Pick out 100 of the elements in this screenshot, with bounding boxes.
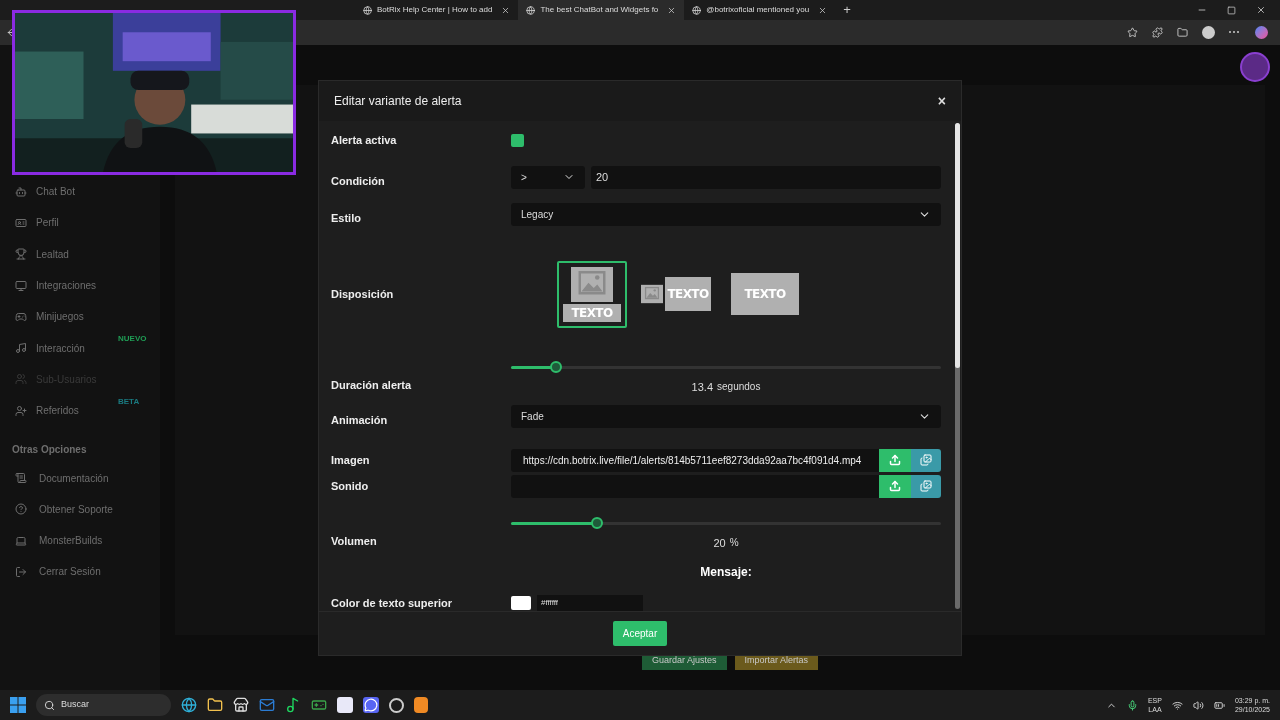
operator-select[interactable]: > [511,165,585,189]
site-icon [692,5,702,15]
close-icon[interactable] [1256,5,1266,15]
record-icon[interactable] [389,697,404,713]
section-heading: Mensaje: [700,564,752,581]
new-tab-button[interactable]: + [835,0,859,20]
search-icon [44,699,55,711]
url-input[interactable] [511,474,879,498]
upload-icon [889,454,901,466]
close-button[interactable]: × [937,90,946,112]
gallery-icon [920,454,932,466]
close-icon[interactable] [818,5,828,15]
field-label: Alerta activa [331,132,398,148]
sidebar-item[interactable]: Obtener Soporte [0,493,160,525]
field-label: Sonido [331,478,370,494]
maximize-icon[interactable] [1227,5,1236,15]
favorite-icon[interactable] [1127,27,1138,38]
upload-icon [889,480,901,492]
sidebar-icon [15,185,27,198]
layout-option[interactable]: TEXTO [557,260,627,328]
copilot-icon[interactable] [1255,26,1268,39]
collections-icon[interactable] [1177,27,1188,38]
field-label: Color de texto superior [331,595,454,611]
site-icon [526,5,536,15]
slider-value: 20 [713,535,726,551]
mail-icon[interactable] [259,697,275,713]
sidebar-icon [15,472,27,484]
gallery-button[interactable] [911,474,941,498]
sidebar-item[interactable]: Referidos BETA [0,395,160,427]
extensions-icon[interactable] [1152,27,1163,38]
profile-avatar[interactable] [1202,26,1215,39]
store-icon[interactable] [233,697,249,713]
sidebar-item[interactable]: Integraciones [0,269,160,302]
sidebar-icon [15,565,27,578]
layout-text: TEXTO [667,286,709,303]
slider-thumb[interactable] [591,517,603,530]
browser-tab[interactable]: The best ChatBot and Widgets fo [518,0,685,20]
tab-title: The best ChatBot and Widgets fo [540,4,660,16]
layout-text: TEXTO [571,304,613,322]
microphone-icon[interactable] [1126,699,1138,711]
browser-tab[interactable]: BotRix Help Center | How to add [355,0,519,20]
page-avatar[interactable] [1240,52,1270,82]
sidebar-item[interactable]: Perfil [0,207,160,239]
layout-text: TEXTO [744,286,786,303]
sidebar-item[interactable]: Lealtad [0,238,160,270]
slider-unit: % [729,535,739,550]
layout-option[interactable]: TEXTO [635,271,717,317]
upload-button[interactable] [879,474,911,498]
url-input[interactable]: https://cdn.botrix.live/file/1/alerts/814b5711eef8273dda92aa7bc4f091d4.mp4 [511,448,879,472]
volume-icon[interactable] [1192,699,1204,711]
field-label: Estilo [331,212,361,224]
sidebar-icon [15,248,27,261]
close-icon[interactable] [667,5,677,15]
browser-tab[interactable]: @botrixoficial mentioned you [684,0,836,20]
sidebar-item[interactable]: MonsterBuilds [0,524,160,557]
modal-title: Editar variante de alerta [334,93,462,110]
tab-title: BotRix Help Center | How to add [377,4,494,16]
sidebar-icon [15,342,27,355]
checkbox[interactable] [511,133,524,147]
sidebar-icon [15,373,27,386]
dropdown-select[interactable]: Fade [511,404,941,428]
sidebar-icon [15,279,27,292]
slider-thumb[interactable] [550,361,563,374]
sidebar-item[interactable]: Interacción NUEVO [0,332,160,364]
site-icon [363,5,372,15]
sidebar-icon [15,534,27,547]
sidebar-icon [15,503,27,516]
field-label: Animación [331,414,388,426]
taskbar-search[interactable]: Buscar [36,694,171,716]
battery-icon[interactable] [1213,699,1225,711]
gallery-button[interactable] [911,448,941,472]
gallery-icon [920,480,932,492]
color-input[interactable]: #ffffff [537,595,643,611]
sidebar-item[interactable]: Chat Bot [0,176,160,208]
slider-value: 13.4 [691,379,713,395]
sidebar-icon [15,404,27,417]
upload-button[interactable] [879,448,911,472]
sidebar-item[interactable]: Cerrar Sesión [0,556,160,588]
gamepad-icon[interactable] [311,697,327,713]
dropdown-select[interactable]: Legacy [511,202,941,226]
chat-icon[interactable] [363,697,379,713]
folder-icon[interactable] [207,697,223,713]
tab-title: @botrixoficial mentioned you [706,4,811,16]
slider[interactable] [511,516,941,531]
slider[interactable] [511,360,941,375]
field-label: Duración alerta [331,379,412,391]
sidebar-item[interactable]: Documentación [0,462,160,494]
fruit-app-icon[interactable] [414,697,428,713]
sidebar-item[interactable]: Minijuegos [0,301,160,333]
close-icon[interactable] [501,5,511,15]
music-icon[interactable] [285,697,301,713]
slider-unit: segundos [717,379,761,394]
condition-input[interactable]: 20 [591,165,941,189]
accept-button[interactable]: Aceptar [612,621,668,646]
sidebar-icon [15,310,27,323]
browser-icon[interactable] [181,697,197,713]
network-icon[interactable] [1171,699,1183,711]
field-label: Disposición [331,286,395,302]
field-label: Volumen [331,535,377,547]
color-swatch[interactable] [511,596,531,610]
